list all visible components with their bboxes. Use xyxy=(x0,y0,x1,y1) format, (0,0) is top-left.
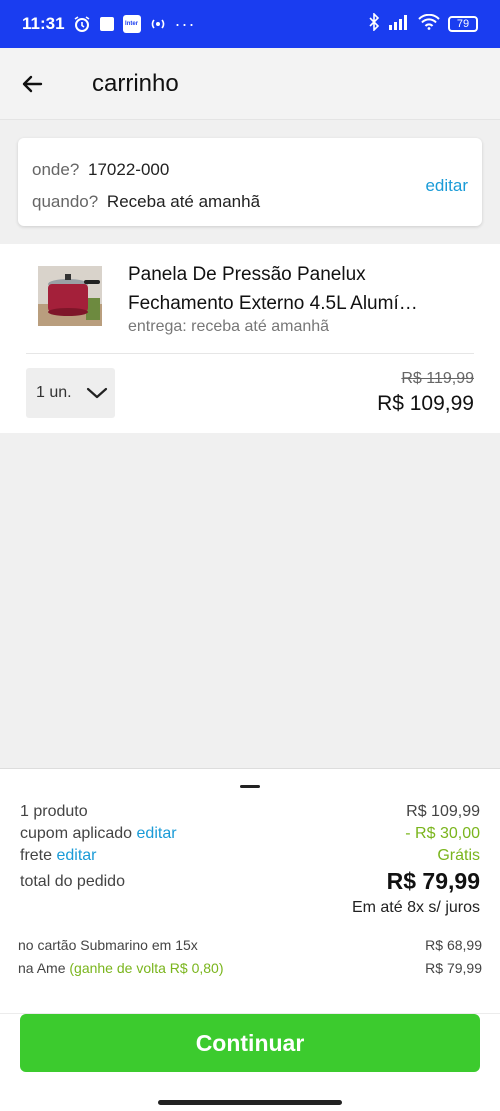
where-label: onde? xyxy=(32,160,80,179)
card-payment-label: no cartão Submarino em 15x xyxy=(18,937,198,953)
current-price: R$ 109,99 xyxy=(377,392,474,415)
back-button[interactable] xyxy=(4,56,60,112)
location-when-row: quando? Receba até amanhã xyxy=(32,192,260,212)
payment-card-row: no cartão Submarino em 15x R$ 68,99 xyxy=(18,937,482,953)
edit-coupon-link[interactable]: editar xyxy=(137,825,177,842)
inter-app-icon: Inter xyxy=(122,15,141,33)
sheet-drag-handle[interactable] xyxy=(240,785,260,788)
summary-shipping-row: frete editar Grátis xyxy=(20,847,480,865)
divider xyxy=(26,353,474,354)
location-where-row: onde? 17022-000 xyxy=(32,160,169,180)
wifi-icon xyxy=(418,13,440,35)
edit-location-link[interactable]: editar xyxy=(425,176,468,196)
continue-button[interactable]: Continuar xyxy=(20,1014,480,1072)
products-subtotal: R$ 109,99 xyxy=(406,803,480,820)
product-image[interactable] xyxy=(38,266,102,326)
product-name[interactable]: Panela De Pressão Panelux Fechamento Ext… xyxy=(128,260,458,318)
when-label: quando? xyxy=(32,192,99,211)
notification-square-icon xyxy=(99,16,115,32)
ame-payment-value: R$ 79,99 xyxy=(425,960,482,976)
product-delivery-info: entrega: receba até amanhã xyxy=(128,318,330,335)
app-bar: carrinho xyxy=(0,48,500,120)
products-count-label: 1 produto xyxy=(20,803,88,820)
nfc-icon xyxy=(149,17,167,31)
ame-cashback: (ganhe de volta R$ 0,80) xyxy=(69,960,224,976)
coupon-label: cupom aplicado xyxy=(20,825,133,842)
order-total-value: R$ 79,99 xyxy=(386,868,480,894)
original-price: R$ 119,99 xyxy=(401,370,474,387)
page-title: carrinho xyxy=(92,69,179,97)
quantity-selector[interactable]: 1 un. xyxy=(26,368,115,418)
edit-shipping-link[interactable]: editar xyxy=(56,847,96,864)
shipping-label: frete xyxy=(20,847,53,864)
order-summary-sheet: 1 produto R$ 109,99 cupom aplicado edita… xyxy=(0,768,500,1111)
delivery-date: Receba até amanhã xyxy=(106,192,261,211)
payment-ame-row: na Ame (ganhe de volta R$ 0,80) R$ 79,99 xyxy=(18,960,482,976)
shipping-value: Grátis xyxy=(437,847,480,864)
summary-coupon-row: cupom aplicado editar - R$ 30,00 xyxy=(20,825,480,843)
product-name-line1: Panela De Pressão Panelux xyxy=(128,264,366,285)
zip-code: 17022-000 xyxy=(88,160,170,179)
inter-app-label: Inter xyxy=(125,21,139,27)
status-bar: 11:31 Inter ··· 79 xyxy=(0,0,500,48)
coupon-discount: - R$ 30,00 xyxy=(405,825,480,842)
battery-icon: 79 xyxy=(448,16,478,32)
status-time: 11:31 xyxy=(22,14,65,33)
cart-item: Panela De Pressão Panelux Fechamento Ext… xyxy=(0,244,500,433)
summary-products-row: 1 produto R$ 109,99 xyxy=(20,803,480,821)
more-dots-icon: ··· xyxy=(174,13,196,34)
installments-info: Em até 8x s/ juros xyxy=(351,899,480,916)
chevron-down-icon xyxy=(86,386,108,400)
quantity-value: 1 un. xyxy=(36,384,72,401)
product-name-line2: Fechamento Externo 4.5L Alumí… xyxy=(128,293,418,314)
alarm-icon xyxy=(73,15,91,33)
signal-icon xyxy=(388,14,410,35)
bluetooth-icon xyxy=(368,11,380,36)
card-payment-value: R$ 68,99 xyxy=(425,937,482,953)
arrow-left-icon xyxy=(22,75,43,92)
delivery-location-card: onde? 17022-000 quando? Receba até amanh… xyxy=(18,138,482,226)
home-indicator[interactable] xyxy=(158,1100,342,1105)
order-total-label: total do pedido xyxy=(20,873,125,890)
ame-label: na Ame xyxy=(18,960,66,976)
